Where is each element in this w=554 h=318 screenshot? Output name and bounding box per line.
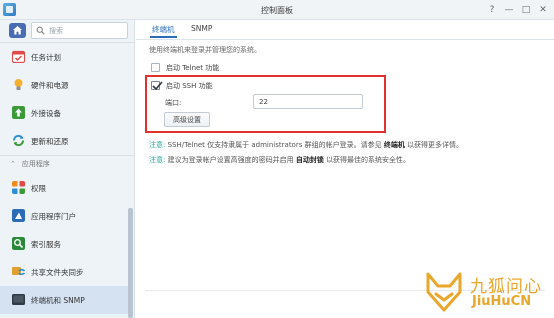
tab-bar: 终端机 SNMP (136, 20, 554, 40)
sidebar-item-terminal-snmp[interactable]: 终端机和 SNMP (0, 286, 128, 314)
section-header-applications[interactable]: ⌃ 应用程序 (10, 159, 50, 169)
telnet-label: 启动 Telnet 功能 (166, 64, 220, 72)
help-button[interactable]: ? (486, 4, 498, 16)
note-prefix: 注意: (149, 141, 166, 149)
sidebar-item-shared-folder-sync[interactable]: 共享文件夹同步 (0, 258, 128, 286)
sidebar-item-label: 权限 (31, 184, 46, 193)
home-icon (13, 26, 22, 35)
page-description: 使用终端机来登录并管理您的系统。 (149, 46, 261, 54)
sidebar-item-label: 终端机和 SNMP (31, 296, 85, 305)
terminal-icon (12, 294, 25, 305)
minimize-button[interactable]: — (503, 4, 515, 16)
home-button[interactable] (9, 23, 26, 38)
sidebar-item-hardware-power[interactable]: 硬件和电源 (0, 71, 128, 99)
search-icon (36, 26, 45, 35)
sidebar-item-label: 更新和还原 (31, 137, 69, 146)
maximize-button[interactable]: □ (520, 4, 532, 16)
sidebar: 任务计划 硬件和电源 外接设备 更新和还原 ⌃ 应用程序 (0, 20, 135, 318)
chevron-up-icon: ⌃ (10, 160, 16, 168)
tab-snmp[interactable]: SNMP (191, 24, 212, 33)
search-box[interactable] (31, 22, 128, 39)
telnet-checkbox[interactable] (151, 63, 160, 72)
upload-icon (12, 106, 25, 119)
note-suffix: 以获得更多详情。 (407, 141, 464, 149)
terminal-link[interactable]: 终端机 (384, 141, 405, 149)
fox-logo-icon (426, 272, 462, 312)
section-label: 应用程序 (21, 160, 50, 168)
sidebar-scrollbar[interactable] (128, 208, 133, 318)
sync-icon (12, 267, 25, 276)
sidebar-item-label: 任务计划 (31, 53, 61, 62)
sidebar-item-label: 硬件和电源 (31, 81, 69, 90)
note-prefix: 注意: (149, 156, 166, 164)
watermark-subtext: JiuHuCN (472, 294, 532, 309)
tab-terminal[interactable]: 终端机 (150, 24, 176, 38)
note-suffix: 以获得最佳的系统安全性。 (326, 156, 411, 164)
sidebar-item-label: 应用程序门户 (31, 212, 76, 221)
note-ssh: 注意: SSH/Telnet 仅支持隶属于 administrators 群组的… (149, 140, 463, 150)
portal-icon (12, 209, 25, 222)
sidebar-item-task-scheduler[interactable]: 任务计划 (0, 43, 128, 71)
calendar-icon (12, 50, 25, 63)
advanced-settings-button[interactable]: 高级设置 (164, 112, 210, 127)
grid-icon (12, 181, 25, 194)
sidebar-item-update-restore[interactable]: 更新和还原 (0, 127, 128, 155)
refresh-icon (12, 134, 25, 147)
note-text: SSH/Telnet 仅支持隶属于 administrators 群组的帐户登录… (167, 141, 382, 149)
ssh-checkbox[interactable] (151, 81, 163, 91)
title-bar: 控制面板 ? — □ ✕ (0, 0, 554, 20)
port-label: 端口: (165, 99, 182, 107)
index-icon (12, 237, 25, 250)
bulb-icon (14, 79, 23, 90)
search-input[interactable] (49, 25, 125, 36)
sidebar-item-privileges[interactable]: 权限 (0, 174, 128, 202)
sidebar-divider (0, 155, 134, 156)
checkmark-icon (152, 81, 163, 91)
note-text: 建议为登录帐户设置高强度的密码并启用 (167, 156, 294, 164)
watermark: 九狐问心 JiuHuCN (420, 268, 550, 316)
sidebar-item-application-portal[interactable]: 应用程序门户 (0, 202, 128, 230)
sidebar-item-label: 索引服务 (31, 240, 61, 249)
note-security: 注意: 建议为登录帐户设置高强度的密码并启用 自动封锁 以获得最佳的系统安全性。 (149, 155, 410, 165)
close-button[interactable]: ✕ (537, 4, 549, 16)
window-title: 控制面板 (261, 6, 293, 15)
auto-block-link[interactable]: 自动封锁 (296, 156, 324, 164)
port-input[interactable] (253, 94, 363, 109)
sidebar-item-label: 外接设备 (31, 109, 61, 118)
ssh-label: 启动 SSH 功能 (166, 82, 213, 90)
sidebar-item-indexing-service[interactable]: 索引服务 (0, 230, 128, 258)
sidebar-item-label: 共享文件夹同步 (31, 268, 84, 277)
sidebar-item-external-devices[interactable]: 外接设备 (0, 99, 128, 127)
